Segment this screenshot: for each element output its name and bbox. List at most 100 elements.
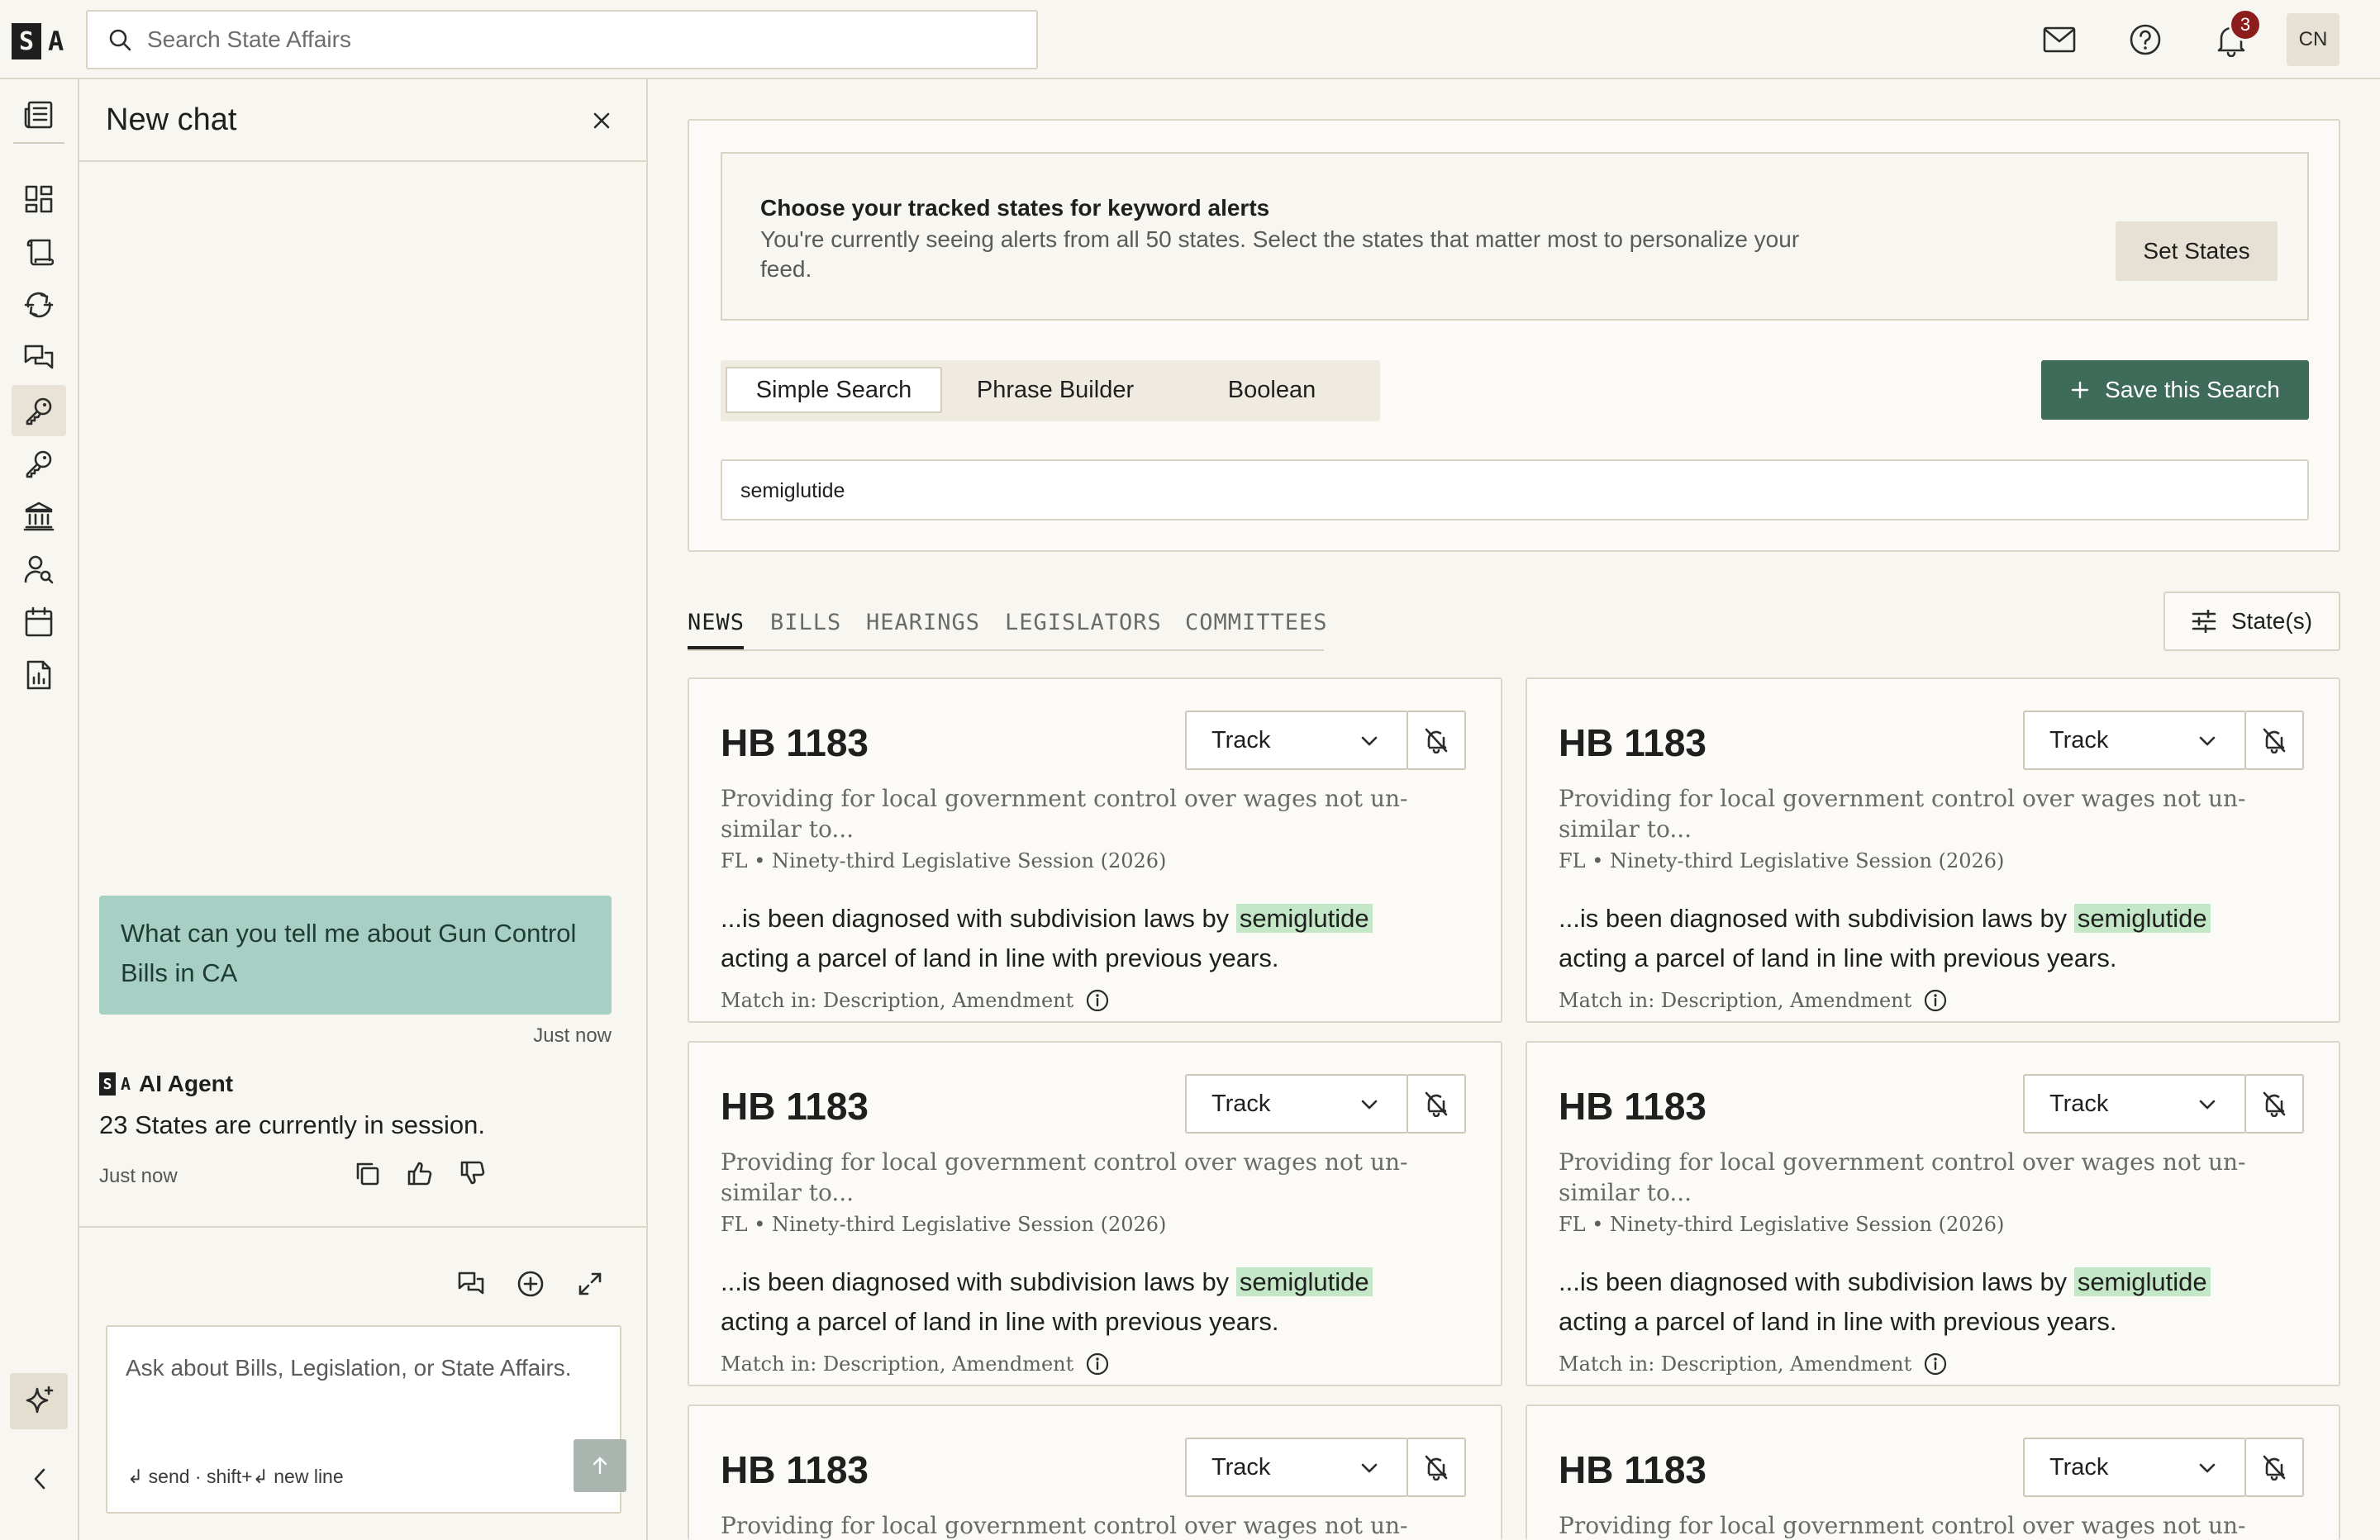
track-dropdown[interactable]: Track bbox=[2023, 1438, 2246, 1497]
track-label: Track bbox=[1211, 727, 1271, 753]
tab-boolean[interactable]: Boolean bbox=[1169, 367, 1375, 413]
match-label: Match in: Description, Amendment bbox=[721, 989, 1074, 1012]
new-chat-icon[interactable] bbox=[511, 1264, 550, 1304]
help-icon[interactable] bbox=[2125, 20, 2165, 59]
info-icon[interactable] bbox=[1923, 988, 1948, 1013]
bill-session: FL • Ninety-third Legislative Session (2… bbox=[721, 1213, 1167, 1236]
scroll-icon[interactable] bbox=[12, 226, 66, 278]
info-icon[interactable] bbox=[1085, 988, 1110, 1013]
arrow-up-icon bbox=[593, 1457, 607, 1475]
mute-alerts-button[interactable] bbox=[1407, 1438, 1466, 1497]
track-label: Track bbox=[2049, 1454, 2109, 1481]
logo-block: S bbox=[12, 23, 41, 59]
bill-snippet: ...is been diagnosed with subdivision la… bbox=[1559, 1262, 2302, 1342]
global-search-input[interactable] bbox=[147, 26, 1036, 53]
chevron-left-icon[interactable] bbox=[20, 1459, 60, 1499]
mute-alerts-button[interactable] bbox=[1407, 1074, 1466, 1134]
dashboard-icon[interactable] bbox=[12, 173, 66, 225]
track-dropdown[interactable]: Track bbox=[1185, 1074, 1408, 1134]
result-card[interactable]: HB 1183 Track Providing for local govern… bbox=[688, 1041, 1502, 1386]
states-filter-button[interactable]: State(s) bbox=[2163, 592, 2340, 651]
mute-alerts-button[interactable] bbox=[2244, 1074, 2304, 1134]
chat-history-icon[interactable] bbox=[451, 1264, 491, 1304]
bill-session: FL • Ninety-third Legislative Session (2… bbox=[1559, 849, 2005, 872]
snippet-text: acting a parcel of land in line with pre… bbox=[721, 943, 1279, 972]
chevron-down-icon bbox=[2199, 736, 2216, 746]
chat-input-box[interactable]: ↲ send · shift+↲ new line bbox=[106, 1325, 626, 1514]
calendar-icon[interactable] bbox=[12, 597, 66, 648]
result-card[interactable]: HB 1183 Track Providing for local govern… bbox=[688, 677, 1502, 1023]
tab-legislators[interactable]: LEGISLATORS bbox=[1005, 610, 1162, 635]
key-icon[interactable] bbox=[12, 438, 66, 489]
bell-off-icon bbox=[1425, 728, 1448, 753]
bill-title[interactable]: HB 1183 bbox=[721, 1084, 869, 1129]
chat-icon[interactable] bbox=[12, 332, 66, 383]
send-button[interactable] bbox=[574, 1439, 626, 1492]
snippet-text: ...is been diagnosed with subdivision la… bbox=[1559, 1267, 2068, 1296]
track-dropdown[interactable]: Track bbox=[2023, 711, 2246, 770]
keyword-highlight: semiglutide bbox=[2073, 904, 2211, 933]
tab-hearings[interactable]: HEARINGS bbox=[866, 610, 980, 635]
agent-message: 23 States are currently in session. bbox=[99, 1110, 485, 1139]
tab-phrase-builder[interactable]: Phrase Builder bbox=[947, 367, 1164, 413]
tab-committees[interactable]: COMMITTEES bbox=[1185, 610, 1328, 635]
track-dropdown[interactable]: Track bbox=[2023, 1074, 2246, 1134]
tracked-states-banner: Choose your tracked states for keyword a… bbox=[721, 152, 2309, 321]
chat-input-hint: ↲ send · shift+↲ new line bbox=[127, 1466, 344, 1487]
bill-snippet: ...is been diagnosed with subdivision la… bbox=[721, 899, 1464, 978]
agent-message-time: Just now bbox=[99, 1165, 178, 1187]
result-card[interactable]: HB 1183 Track Providing for local govern… bbox=[688, 1405, 1502, 1540]
bell-off-icon bbox=[1425, 1455, 1448, 1481]
banner-title: Choose your tracked states for keyword a… bbox=[760, 195, 1270, 221]
bill-title[interactable]: HB 1183 bbox=[721, 720, 869, 765]
bill-title[interactable]: HB 1183 bbox=[1559, 1084, 1706, 1129]
top-bar: S A 3 CN bbox=[0, 0, 2380, 79]
report-icon[interactable] bbox=[12, 649, 66, 701]
mute-alerts-button[interactable] bbox=[2244, 711, 2304, 770]
cycle-icon[interactable] bbox=[12, 279, 66, 330]
capitol-icon[interactable] bbox=[12, 491, 66, 542]
thumbs-up-icon[interactable] bbox=[402, 1155, 438, 1191]
mute-alerts-button[interactable] bbox=[1407, 711, 1466, 770]
result-card[interactable]: HB 1183 Track Providing for local govern… bbox=[1526, 677, 2340, 1023]
info-icon[interactable] bbox=[1923, 1352, 1948, 1376]
track-dropdown[interactable]: Track bbox=[1185, 1438, 1408, 1497]
tab-bills[interactable]: BILLS bbox=[770, 610, 841, 635]
bill-title[interactable]: HB 1183 bbox=[1559, 1447, 1706, 1492]
match-label: Match in: Description, Amendment bbox=[1559, 989, 1912, 1012]
set-states-button[interactable]: Set States bbox=[2116, 221, 2278, 281]
track-dropdown[interactable]: Track bbox=[1185, 711, 1408, 770]
search-icon bbox=[107, 27, 132, 52]
snippet-text: acting a parcel of land in line with pre… bbox=[1559, 943, 2117, 972]
keyword-query-input[interactable] bbox=[740, 473, 2278, 509]
save-search-label: Save this Search bbox=[2105, 377, 2280, 402]
global-search[interactable] bbox=[86, 10, 1038, 69]
bell-off-icon bbox=[2263, 1091, 2286, 1117]
user-avatar[interactable]: CN bbox=[2287, 13, 2340, 66]
copy-icon[interactable] bbox=[349, 1155, 385, 1191]
close-icon[interactable] bbox=[585, 104, 618, 137]
bill-title[interactable]: HB 1183 bbox=[1559, 720, 1706, 765]
sparkle-icon[interactable] bbox=[10, 1373, 68, 1429]
tab-simple-search[interactable]: Simple Search bbox=[726, 367, 942, 413]
track-label: Track bbox=[2049, 1091, 2109, 1117]
result-card[interactable]: HB 1183 Track Providing for local govern… bbox=[1526, 1405, 2340, 1540]
chat-input[interactable] bbox=[126, 1343, 605, 1393]
mute-alerts-button[interactable] bbox=[2244, 1438, 2304, 1497]
bill-title[interactable]: HB 1183 bbox=[721, 1447, 869, 1492]
tab-news[interactable]: NEWS bbox=[688, 610, 745, 635]
keyword-query-field[interactable] bbox=[721, 459, 2309, 520]
expand-icon[interactable] bbox=[570, 1264, 610, 1304]
state-affairs-logo[interactable]: S A bbox=[12, 23, 64, 59]
snippet-text: ...is been diagnosed with subdivision la… bbox=[721, 904, 1230, 933]
info-icon[interactable] bbox=[1085, 1352, 1110, 1376]
notification-badge: 3 bbox=[2229, 8, 2262, 41]
key-icon[interactable] bbox=[12, 385, 66, 436]
mail-icon[interactable] bbox=[2040, 20, 2079, 59]
agent-name: AI Agent bbox=[139, 1071, 234, 1096]
save-search-button[interactable]: Save this Search bbox=[2041, 360, 2309, 420]
user-search-icon[interactable] bbox=[12, 544, 66, 595]
newspaper-icon[interactable] bbox=[12, 89, 66, 140]
thumbs-down-icon[interactable] bbox=[455, 1155, 491, 1191]
result-card[interactable]: HB 1183 Track Providing for local govern… bbox=[1526, 1041, 2340, 1386]
